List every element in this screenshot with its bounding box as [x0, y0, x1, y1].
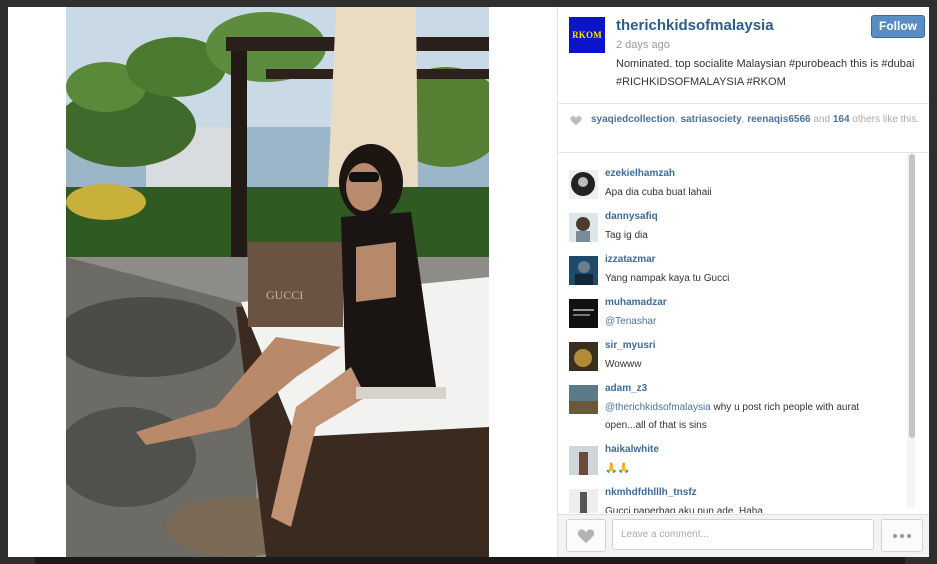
commenter-username[interactable]: haikalwhite: [605, 444, 659, 455]
commenter-username[interactable]: nkmhdfdhlllh_tnsfz: [605, 487, 697, 498]
follow-button[interactable]: Follow: [871, 15, 925, 38]
comment-input[interactable]: [612, 519, 874, 550]
liker-link[interactable]: reenaqis6566: [747, 114, 810, 125]
commenter-avatar[interactable]: [569, 213, 598, 242]
bag-label: GUCCI: [266, 288, 303, 302]
liker-link[interactable]: syaqiedcollection: [591, 114, 675, 125]
owner-username[interactable]: therichkidsofmalaysia: [616, 17, 774, 34]
commenter-username[interactable]: dannysafiq: [605, 211, 658, 222]
more-options-button[interactable]: [881, 519, 923, 552]
photo-area: GUCCI: [8, 7, 557, 557]
commenter-username[interactable]: sir_myusri: [605, 340, 656, 351]
owner-avatar[interactable]: RKOM: [569, 17, 605, 53]
comment-text: Tag ig dia: [605, 230, 648, 241]
likes-count[interactable]: 164: [833, 114, 850, 125]
commenter-username[interactable]: izzatazmar: [605, 254, 656, 265]
comment-text: @therichkidsofmalaysia why u post rich p…: [605, 399, 895, 435]
commenter-avatar[interactable]: [569, 446, 598, 475]
comment-text: @Tenashar: [605, 313, 895, 331]
heart-icon: [577, 528, 595, 543]
ellipsis-icon: [893, 533, 897, 538]
liker-link[interactable]: satriasociety: [680, 114, 741, 125]
background-strip: [35, 557, 905, 564]
ellipsis-icon: [900, 533, 904, 538]
comment-text: Apa dia cuba buat lahaii: [605, 187, 712, 198]
post-header: RKOM therichkidsofmalaysia Follow 2 days…: [558, 7, 929, 104]
likes-suffix: others like this.: [849, 114, 920, 125]
commenter-username[interactable]: muhamadzar: [605, 297, 667, 308]
comment-text: Gucci paperbag aku pun ade. Haha: [605, 506, 763, 513]
commenter-avatar[interactable]: [569, 385, 598, 414]
comment-mention[interactable]: @therichkidsofmalaysia: [605, 402, 711, 413]
comment-text: Wowww: [605, 359, 642, 370]
likes-and: and: [810, 114, 833, 125]
comment-footer: [558, 514, 929, 557]
owner-avatar-text: RKOM: [572, 30, 602, 40]
commenter-avatar[interactable]: [569, 489, 598, 513]
post-side-panel: RKOM therichkidsofmalaysia Follow 2 days…: [558, 7, 929, 557]
ellipsis-icon: [907, 533, 911, 538]
comments-list[interactable]: ezekielhamzah Apa dia cuba buat lahaii d…: [558, 153, 914, 513]
post-photo[interactable]: GUCCI: [66, 7, 489, 557]
commenter-avatar[interactable]: [569, 170, 598, 199]
post-modal: GUCCI RKOM therichkidsofmalaysia Follow …: [8, 7, 929, 557]
comment-mention[interactable]: @Tenashar: [605, 316, 656, 327]
likes-section: syaqiedcollection, satriasociety, reenaq…: [558, 104, 929, 153]
comment-text: Yang nampak kaya tu Gucci: [605, 273, 730, 284]
commenter-avatar[interactable]: [569, 342, 598, 371]
heart-icon: [570, 115, 582, 126]
commenter-avatar[interactable]: [569, 299, 598, 328]
commenter-username[interactable]: adam_z3: [605, 383, 647, 394]
comments-scrollbar-thumb[interactable]: [909, 154, 915, 438]
comment-text: 🙏🙏: [605, 463, 630, 474]
likes-text: syaqiedcollection, satriasociety, reenaq…: [591, 113, 921, 127]
post-timestamp: 2 days ago: [616, 39, 670, 51]
post-caption: Nominated. top socialite Malaysian #puro…: [616, 58, 915, 88]
like-button[interactable]: [566, 519, 606, 552]
commenter-avatar[interactable]: [569, 256, 598, 285]
commenter-username[interactable]: ezekielhamzah: [605, 168, 675, 179]
